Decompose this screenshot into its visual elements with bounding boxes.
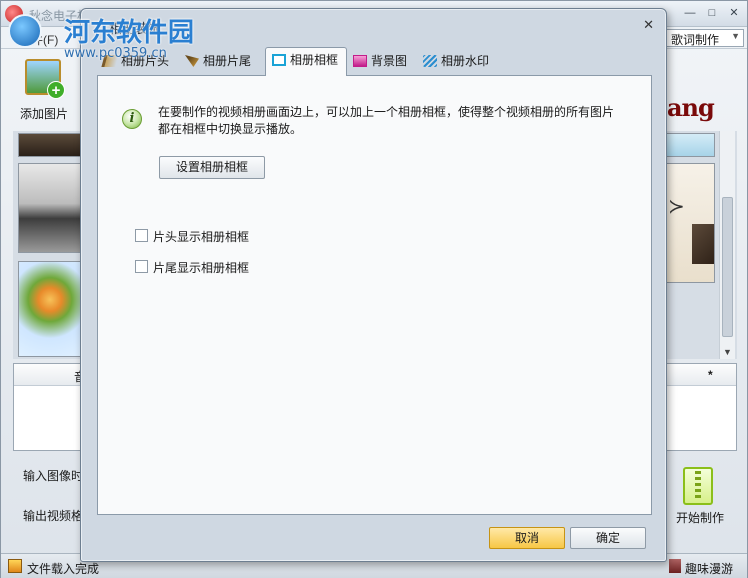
dialog-close-button[interactable]: ✕	[643, 17, 654, 33]
fun-roam-button[interactable]: 趣味漫游	[685, 560, 733, 577]
output-video-format-label: 输出视频格	[23, 509, 84, 523]
footer-flag-icon	[185, 55, 199, 67]
checkbox-label: 片尾显示相册相框	[153, 261, 250, 275]
list-column-star[interactable]: *	[708, 368, 713, 382]
info-text: 在要制作的视频相册画面边上，可以加上一个相册相框，使得整个视频相册的所有图片都在…	[158, 105, 615, 136]
frame-tab-panel: i 在要制作的视频相册画面边上，可以加上一个相册相框，使得整个视频相册的所有图片…	[97, 75, 652, 515]
photo-thumbnail[interactable]	[18, 261, 82, 357]
add-picture-icon[interactable]: +	[25, 59, 65, 99]
plus-icon: +	[47, 81, 65, 99]
maximize-button[interactable]: □	[703, 6, 721, 20]
tab-album-frame[interactable]: 相册相框	[265, 47, 348, 76]
background-image-icon	[353, 55, 367, 67]
input-image-time-label: 输入图像时	[23, 469, 84, 483]
minimize-button[interactable]: —	[681, 6, 699, 20]
album-decoration-dialog: 相册装饰 ✕ 相册片头 相册片尾 相册相框 背景图 相册水印 i 在要制作的视频…	[80, 8, 667, 562]
cancel-button[interactable]: 取消	[489, 527, 565, 549]
tab-label: 背景图	[371, 54, 408, 68]
close-button[interactable]: ✕	[725, 6, 743, 20]
tab-label: 相册相框	[290, 53, 339, 67]
fun-roam-icon	[669, 559, 681, 573]
watermark-title: 河东软件园	[64, 18, 195, 48]
photo-thumbnail[interactable]	[663, 133, 715, 157]
lyrics-select[interactable]: 歌词制作 ▼	[666, 29, 744, 47]
tree-shape	[692, 224, 714, 264]
checkbox-box[interactable]	[135, 260, 148, 273]
add-picture-button[interactable]: 添加图片	[20, 105, 68, 122]
scrollbar-thumb[interactable]	[722, 197, 733, 337]
photo-thumbnail[interactable]: ≻	[663, 163, 715, 283]
photo-thumbnail[interactable]	[18, 163, 82, 253]
thumbnail-scrollbar[interactable]: ▼	[719, 131, 735, 359]
info-icon: i	[122, 109, 142, 129]
zip-file-icon[interactable]	[683, 467, 713, 505]
tab-background-image[interactable]: 背景图	[347, 49, 415, 75]
scroll-down-icon[interactable]: ▼	[723, 347, 732, 357]
watermark-icon	[423, 55, 437, 67]
photo-thumbnail[interactable]	[18, 133, 82, 157]
tab-label: 相册片尾	[203, 54, 252, 68]
ok-button[interactable]: 确定	[570, 527, 646, 549]
tab-bar: 相册片头 相册片尾 相册相框 背景图 相册水印	[97, 47, 652, 76]
zipper-icon	[695, 471, 701, 501]
checkbox-label: 片头显示相册相框	[153, 230, 250, 244]
status-text: 文件载入完成	[27, 562, 100, 576]
watermark-url: www.pc0359.cn	[64, 46, 167, 61]
frame-icon	[272, 54, 286, 66]
status-icon	[8, 559, 22, 573]
left-thumbnail-strip	[13, 131, 83, 359]
tab-album-footer[interactable]: 相册片尾	[179, 49, 259, 75]
bird-icon: ≻	[668, 196, 685, 218]
watermark-logo-icon	[8, 14, 42, 48]
set-album-frame-button[interactable]: 设置相册相框	[159, 156, 265, 179]
chevron-down-icon: ▼	[731, 31, 740, 41]
brand-text: ang	[667, 93, 715, 122]
tab-album-watermark[interactable]: 相册水印	[417, 49, 497, 75]
tab-label: 相册水印	[441, 54, 490, 68]
lyrics-select-value: 歌词制作	[671, 33, 720, 47]
checkbox-box[interactable]	[135, 229, 148, 242]
start-make-button[interactable]: 开始制作	[676, 509, 724, 526]
